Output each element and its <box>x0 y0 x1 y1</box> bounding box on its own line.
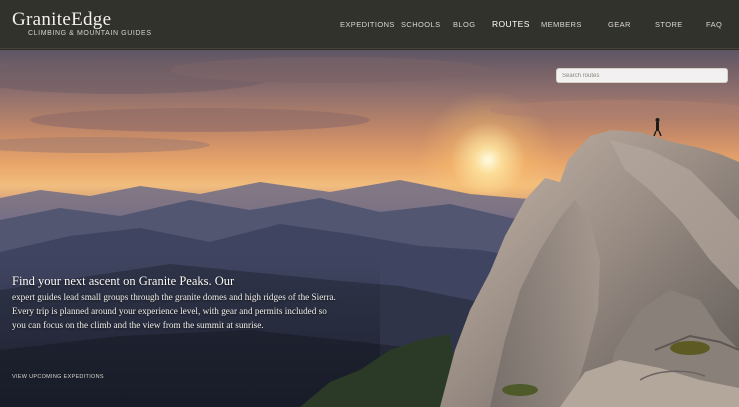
nav-item-schools[interactable]: SCHOOLS <box>401 20 440 29</box>
nav-item-expeditions[interactable]: EXPEDITIONS <box>340 20 395 29</box>
nav-item-routes[interactable]: ROUTES <box>492 19 530 29</box>
nav-item-blog[interactable]: BLOG <box>453 20 475 29</box>
climber-figure <box>653 118 662 137</box>
main-nav: EXPEDITIONS SCHOOLS BLOG ROUTES MEMBERS … <box>0 0 739 49</box>
hero-landscape <box>0 57 739 407</box>
hero-headline: Find your next ascent on Granite Peaks. … <box>12 274 235 288</box>
nav-item-gear[interactable]: GEAR <box>608 20 631 29</box>
hero-copy: Find your next ascent on Granite Peaks. … <box>12 274 342 332</box>
nav-item-store[interactable]: STORE <box>655 20 683 29</box>
site-header: GraniteEdge CLIMBING & MOUNTAIN GUIDES E… <box>0 0 739 49</box>
nav-item-members[interactable]: MEMBERS <box>541 20 582 29</box>
upcoming-expeditions-link[interactable]: VIEW UPCOMING EXPEDITIONS <box>12 374 104 380</box>
hero-body: expert guides lead small groups through … <box>12 292 336 330</box>
search-input[interactable] <box>556 68 728 83</box>
hero-banner: Find your next ascent on Granite Peaks. … <box>0 50 739 407</box>
nav-item-faq[interactable]: FAQ <box>706 20 722 29</box>
